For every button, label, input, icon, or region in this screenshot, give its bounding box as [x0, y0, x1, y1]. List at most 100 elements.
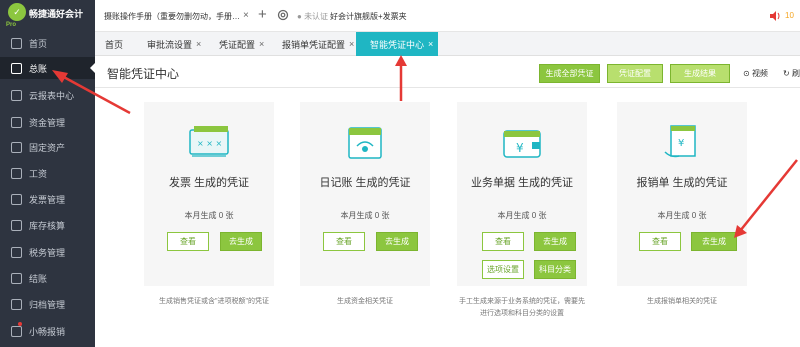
generate-all-vouchers-button[interactable]: 生成全部凭证	[539, 64, 600, 83]
refresh-icon: ↻	[783, 69, 792, 78]
refresh-label: 刷	[791, 69, 800, 78]
sidebar: 首页 总账 云报表中心 资金管理 固定资产 工资 发票管理 库存核算 税务管理 …	[0, 32, 95, 347]
active-indicator-icon	[90, 63, 95, 73]
archive-icon	[11, 298, 22, 310]
tab-label: 审批流设置	[147, 39, 193, 50]
card-description: 手工生成来源于业务系统的凭证，需要先进行选项和科目分类的设置	[459, 298, 585, 317]
journal-voucher-card: 日记账 生成的凭证 本月生成 0 张 查看 去生成	[300, 102, 430, 286]
logo-sub: Pro	[6, 22, 17, 28]
sidebar-item-tax[interactable]: 税务管理	[0, 241, 95, 263]
tab-bar: 首页 审批流设置 × 凭证配置 × 报销单凭证配置 × 智能凭证中心 ×	[95, 32, 800, 56]
certification-status[interactable]: ● 未认证	[297, 11, 328, 22]
svg-text:¥: ¥	[678, 138, 684, 149]
view-button[interactable]: 查看	[323, 232, 365, 251]
close-account-icon	[11, 272, 22, 284]
tab-smart-voucher-center[interactable]: 智能凭证中心 ×	[356, 32, 438, 56]
sidebar-item-label: 总账	[29, 63, 48, 74]
video-label: 视频	[751, 69, 768, 78]
tab-close-icon[interactable]: ×	[196, 39, 201, 49]
sidebar-item-label: 资金管理	[29, 117, 66, 128]
app-logo[interactable]: ✓ 畅捷通好会计 Pro	[0, 0, 95, 32]
asset-icon	[11, 141, 22, 153]
view-button[interactable]: 查看	[639, 232, 681, 251]
sidebar-item-label: 首页	[29, 38, 48, 49]
cert-label: 未认证	[304, 12, 329, 21]
video-link[interactable]: ⊙ 视频	[743, 68, 768, 79]
reimburse-icon	[11, 325, 22, 337]
generate-button[interactable]: 去生成	[691, 232, 737, 251]
tab-label: 凭证配置	[219, 39, 256, 50]
tab-label: 首页	[105, 39, 124, 50]
invoice-icon: × × ×	[189, 126, 229, 157]
business-doc-voucher-card: ¥ 业务单据 生成的凭证 本月生成 0 张 查看 去生成 选项设置 科目分类	[457, 102, 587, 286]
tab-label: 智能凭证中心	[370, 39, 425, 50]
sidebar-item-invoice[interactable]: 发票管理	[0, 188, 95, 210]
reimburse-form-icon: ¥	[664, 125, 696, 158]
tab-close-icon[interactable]: ×	[349, 39, 354, 49]
svg-text:× × ×: × × ×	[197, 139, 222, 148]
sidebar-item-label: 发票管理	[29, 194, 66, 205]
header-divider	[95, 87, 800, 88]
sidebar-item-close-account[interactable]: 结账	[0, 267, 95, 289]
tab-approval-flow[interactable]: 审批流设置 ×	[147, 32, 201, 56]
generate-result-button[interactable]: 生成结果	[670, 64, 730, 83]
option-settings-button[interactable]: 选项设置	[482, 260, 524, 279]
sidebar-item-archive[interactable]: 归档管理	[0, 293, 95, 315]
annotation-arrow	[395, 55, 407, 101]
top-right-number: 10	[785, 11, 794, 20]
sidebar-item-fixed-assets[interactable]: 固定资产	[0, 136, 95, 158]
view-button[interactable]: 查看	[167, 232, 209, 251]
sidebar-item-label: 库存核算	[29, 220, 66, 231]
cloud-logo-icon: ✓	[8, 3, 26, 21]
sidebar-item-reimburse[interactable]: 小畅报销	[0, 320, 95, 342]
salary-icon	[11, 167, 22, 179]
generate-button[interactable]: 去生成	[220, 232, 262, 251]
wallet-icon: ¥	[503, 130, 541, 158]
document-tab-close-icon[interactable]: ×	[243, 10, 249, 21]
tab-home[interactable]: 首页	[105, 32, 123, 56]
card-title: 业务单据 生成的凭证	[470, 177, 574, 189]
sidebar-item-inventory[interactable]: 库存核算	[0, 214, 95, 236]
add-tab-icon[interactable]: +	[258, 6, 267, 23]
tab-reimburse-voucher-config[interactable]: 报销单凭证配置 ×	[282, 32, 354, 56]
card-description: 生成销售凭证或含"进项税额"的凭证	[159, 298, 269, 305]
report-icon	[11, 89, 22, 101]
ledger-icon	[11, 62, 22, 74]
logo-text: 畅捷通好会计	[29, 9, 84, 19]
generate-button[interactable]: 去生成	[376, 232, 418, 251]
tab-voucher-config[interactable]: 凭证配置 ×	[219, 32, 264, 56]
sidebar-item-home[interactable]: 首页	[0, 32, 95, 54]
page-title: 智能凭证中心	[107, 67, 180, 81]
sidebar-item-label: 结账	[29, 273, 48, 284]
card-title: 报销单 生成的凭证	[636, 177, 728, 189]
promo-link[interactable]: 好会计旗舰版+发票夹	[330, 11, 407, 22]
card-title: 日记账 生成的凭证	[319, 177, 411, 189]
card-count: 本月生成 0 张	[184, 211, 234, 220]
sidebar-item-funds[interactable]: 资金管理	[0, 111, 95, 133]
volume-icon[interactable]	[769, 10, 781, 22]
sidebar-item-label: 小畅报销	[29, 326, 66, 337]
home-icon	[11, 37, 22, 49]
tab-close-icon[interactable]: ×	[428, 39, 433, 49]
card-title: 发票 生成的凭证	[168, 177, 250, 189]
play-icon: ⊙	[743, 69, 752, 78]
subject-classify-button[interactable]: 科目分类	[534, 260, 576, 279]
card-description: 生成资金相关凭证	[337, 298, 393, 305]
generate-button[interactable]: 去生成	[534, 232, 576, 251]
voucher-config-button[interactable]: 凭证配置	[607, 64, 663, 83]
card-count: 本月生成 0 张	[657, 211, 707, 220]
view-button[interactable]: 查看	[482, 232, 524, 251]
refresh-link[interactable]: ↻ 刷	[783, 68, 800, 79]
tab-close-icon[interactable]: ×	[259, 39, 264, 49]
svg-text:¥: ¥	[516, 141, 524, 155]
card-count: 本月生成 0 张	[340, 211, 390, 220]
gear-icon[interactable]	[276, 8, 290, 22]
notification-dot	[18, 322, 22, 326]
card-count: 本月生成 0 张	[497, 211, 547, 220]
document-tab[interactable]: 摄账操作手册（重要勿删勿动，手册…	[104, 11, 240, 22]
sidebar-item-label: 云报表中心	[29, 90, 75, 101]
sidebar-item-ledger[interactable]: 总账	[0, 57, 95, 79]
sidebar-item-salary[interactable]: 工资	[0, 162, 95, 184]
sidebar-item-label: 固定资产	[29, 142, 66, 153]
sidebar-item-report-center[interactable]: 云报表中心	[0, 84, 95, 106]
